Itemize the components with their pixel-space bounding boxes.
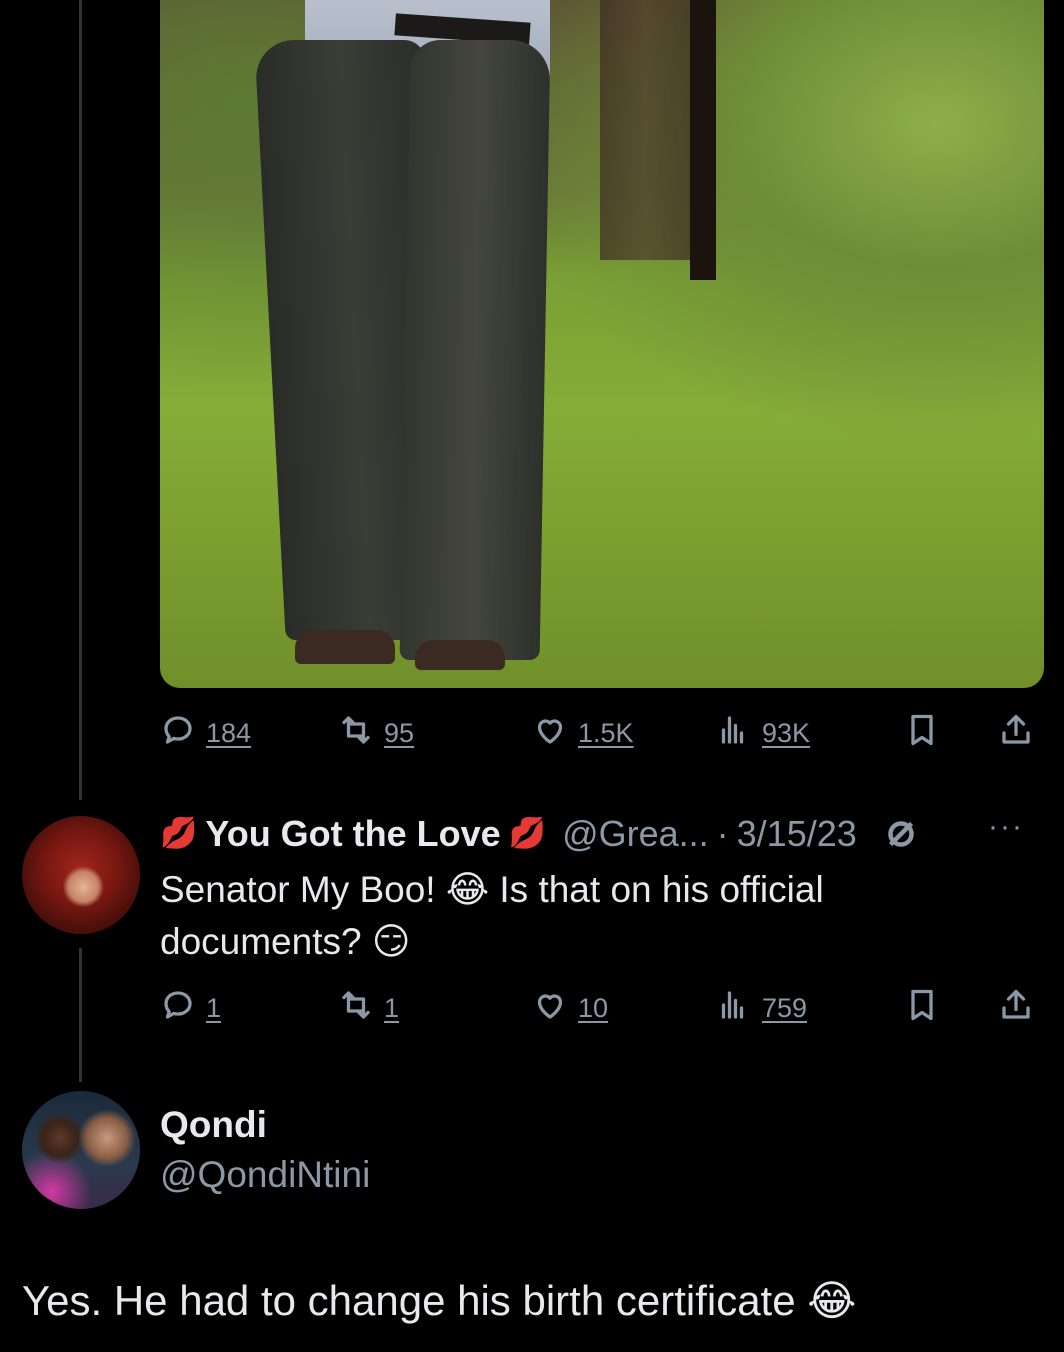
photo-tree	[600, 0, 690, 260]
repost-button[interactable]: 95	[338, 712, 414, 755]
views-count: 759	[762, 993, 808, 1023]
reply-count: 1	[206, 993, 222, 1023]
like-count: 1.5K	[578, 718, 634, 748]
reply-text: Senator My Boo! 😂 Is that on his officia…	[160, 864, 1020, 968]
share-icon	[998, 712, 1034, 755]
kiss-emoji: 💋	[508, 816, 547, 851]
repost-icon	[338, 987, 374, 1030]
smirk-emoji: 😏	[371, 920, 411, 963]
views-icon	[716, 987, 752, 1030]
tweet-photo[interactable]	[160, 0, 1044, 688]
repost-count: 95	[384, 718, 415, 748]
reply-display-name[interactable]: You Got the Love	[205, 813, 500, 855]
tweet-action-bar: 184 95 1.5K 93K	[160, 712, 1044, 752]
joy-emoji: 😂	[807, 1276, 857, 1325]
reply-text-part: Senator My Boo!	[160, 869, 446, 910]
share-button[interactable]	[998, 987, 1034, 1030]
like-button[interactable]: 10	[532, 987, 608, 1030]
bookmark-button[interactable]	[904, 987, 940, 1030]
views-count: 93K	[762, 718, 811, 748]
reply-count: 184	[206, 718, 252, 748]
photo-shoe-left	[295, 630, 395, 664]
kiss-emoji: 💋	[160, 816, 198, 851]
like-button[interactable]: 1.5K	[532, 712, 634, 755]
like-icon	[532, 712, 568, 755]
reply-button[interactable]: 1	[160, 987, 221, 1030]
main-handle[interactable]: @QondiNtini	[160, 1154, 370, 1196]
thread-connector	[79, 948, 82, 1082]
photo-shoe-right	[415, 640, 505, 670]
views-button[interactable]: 93K	[716, 712, 810, 755]
joy-emoji: 😂	[445, 868, 490, 911]
repost-icon	[338, 712, 374, 755]
reply-button[interactable]: 184	[160, 712, 251, 755]
views-button[interactable]: 759	[716, 987, 807, 1030]
thread-connector	[79, 0, 82, 800]
main-text-body: Yes. He had to change his birth certific…	[22, 1277, 808, 1324]
reply-header: 💋 You Got the Love 💋 @Grea... · 3/15/23 …	[160, 808, 1050, 860]
reply-icon	[160, 712, 196, 755]
mute-icon	[883, 816, 919, 852]
photo-tree-trunk	[690, 0, 716, 280]
repost-count: 1	[384, 993, 400, 1023]
share-button[interactable]	[998, 712, 1034, 755]
like-icon	[532, 987, 568, 1030]
bookmark-icon	[904, 987, 940, 1030]
reply-action-bar: 1 1 10 759	[160, 987, 1044, 1027]
reply-handle[interactable]: @Grea...	[562, 813, 709, 855]
bookmark-button[interactable]	[904, 712, 940, 755]
bookmark-icon	[904, 712, 940, 755]
main-tweet-text: Yes. He had to change his birth certific…	[22, 1276, 856, 1325]
main-display-name[interactable]: Qondi	[160, 1104, 267, 1146]
views-icon	[716, 712, 752, 755]
photo-pants-right	[399, 40, 551, 660]
separator-dot: ·	[716, 813, 729, 854]
avatar-qondi[interactable]	[22, 1091, 140, 1209]
more-options-button[interactable]: ···	[988, 810, 1024, 844]
like-count: 10	[578, 993, 609, 1023]
reply-icon	[160, 987, 196, 1030]
reply-date[interactable]: 3/15/23	[737, 813, 857, 855]
share-icon	[998, 987, 1034, 1030]
avatar-you-got-the-love[interactable]	[22, 816, 140, 934]
repost-button[interactable]: 1	[338, 987, 399, 1030]
